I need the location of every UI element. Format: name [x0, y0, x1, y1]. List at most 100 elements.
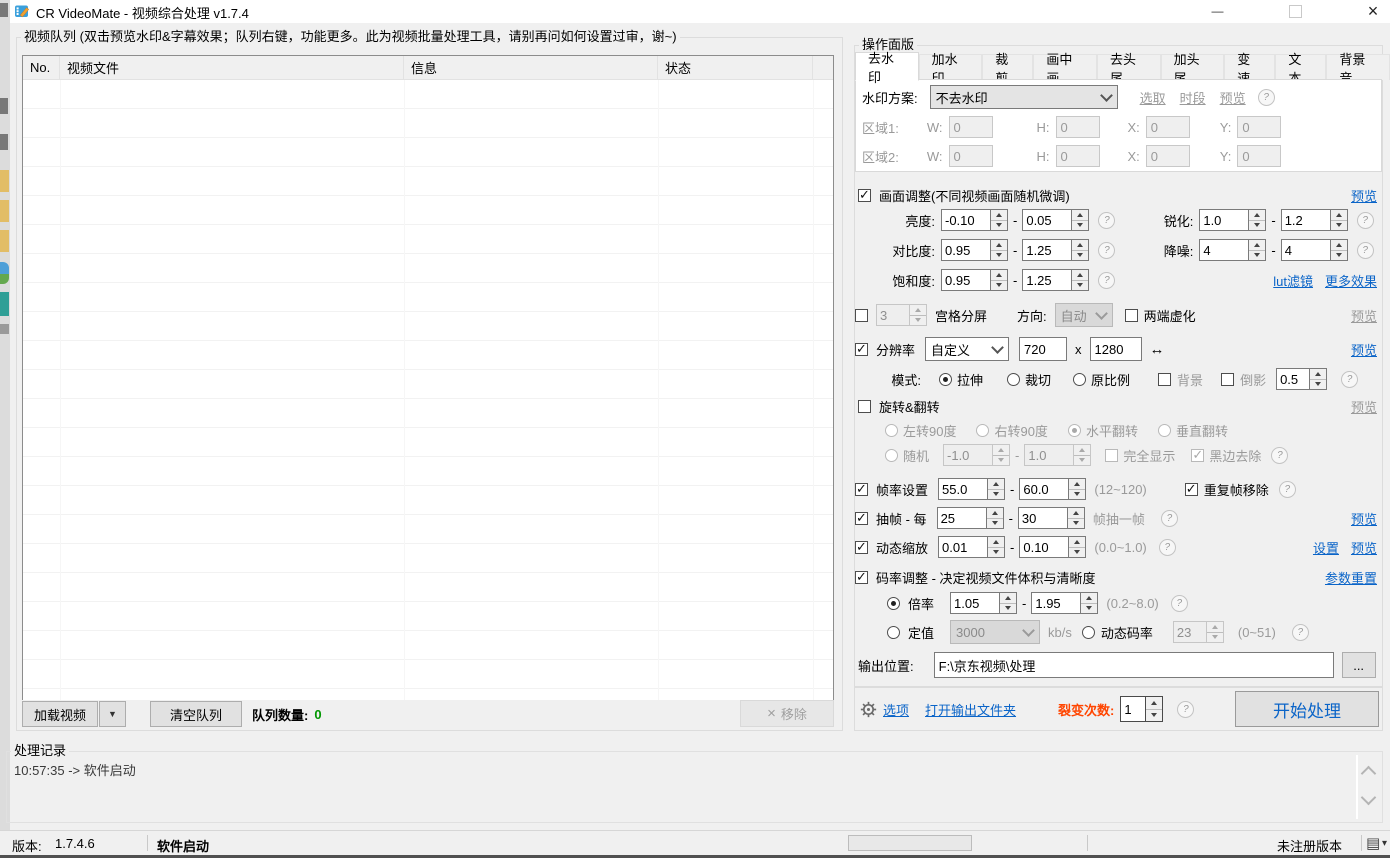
help-icon[interactable]: ? [1098, 242, 1115, 259]
help-icon[interactable]: ? [1341, 371, 1358, 388]
spin-up-icon[interactable] [987, 508, 1003, 518]
help-icon[interactable]: ? [1098, 272, 1115, 289]
help-icon[interactable]: ? [1171, 595, 1188, 612]
reflection-value-spinner[interactable]: 0.5 [1276, 368, 1327, 390]
browse-button[interactable]: ... [1342, 652, 1376, 678]
help-icon[interactable]: ? [1271, 447, 1288, 464]
spin-up-icon[interactable] [991, 210, 1007, 220]
adjust-preview-link[interactable]: 预览 [1351, 186, 1377, 205]
spin-value[interactable]: 0.05 [1022, 209, 1072, 231]
start-processing-button[interactable]: 开始处理 [1235, 691, 1379, 727]
tab-text[interactable]: 文本 [1275, 54, 1326, 80]
spin-value[interactable]: 0.5 [1276, 368, 1310, 390]
spin-value[interactable]: 25 [937, 507, 987, 529]
load-video-dropdown-button[interactable]: ▼ [99, 701, 126, 727]
spin-down-icon[interactable] [988, 547, 1004, 558]
fission-count-spinner[interactable]: 1 [1120, 696, 1163, 722]
report-icon[interactable]: ▤ [1366, 834, 1380, 852]
spin-down-icon[interactable] [1072, 250, 1088, 261]
spin-down-icon[interactable] [1069, 489, 1085, 500]
spin-value[interactable]: 0.95 [941, 239, 991, 261]
spin-down-icon[interactable] [1000, 603, 1016, 614]
spin-down-icon[interactable] [1331, 250, 1347, 261]
queue-table-body[interactable] [23, 80, 833, 700]
spin-value[interactable]: 1.95 [1031, 592, 1081, 614]
swap-dimensions-icon[interactable]: ↔ [1150, 341, 1165, 358]
dynamic-zoom-checkbox[interactable] [855, 541, 868, 554]
help-icon[interactable]: ? [1279, 481, 1296, 498]
brightness-min-spinner[interactable]: -0.10 [941, 209, 1008, 231]
contrast-min-spinner[interactable]: 0.95 [941, 239, 1008, 261]
framerate-checkbox[interactable] [855, 483, 868, 496]
spin-up-icon[interactable] [1331, 240, 1347, 250]
bitrate-fixed-radio[interactable] [887, 626, 900, 639]
framerate-min-spinner[interactable]: 55.0 [938, 478, 1005, 500]
spin-up-icon[interactable] [1068, 508, 1084, 518]
help-icon[interactable]: ? [1357, 212, 1374, 229]
spin-value[interactable]: 1.25 [1022, 239, 1072, 261]
bitrate-ratio-radio[interactable] [887, 597, 900, 610]
spin-up-icon[interactable] [991, 270, 1007, 280]
help-icon[interactable]: ? [1159, 539, 1176, 556]
frame-extract-checkbox[interactable] [855, 512, 868, 525]
extract-max-spinner[interactable]: 30 [1018, 507, 1085, 529]
sharpen-max-spinner[interactable]: 1.2 [1281, 209, 1348, 231]
dynamic-bitrate-radio[interactable] [1082, 626, 1095, 639]
spin-value[interactable]: 4 [1199, 239, 1249, 261]
column-header-info[interactable]: 信息 [404, 56, 658, 79]
spin-up-icon[interactable] [1069, 537, 1085, 547]
saturation-min-spinner[interactable]: 0.95 [941, 269, 1008, 291]
spin-up-icon[interactable] [1072, 240, 1088, 250]
sharpen-min-spinner[interactable]: 1.0 [1199, 209, 1266, 231]
spin-up-icon[interactable] [1310, 369, 1326, 379]
dedupe-frames-checkbox[interactable] [1185, 483, 1198, 496]
background-checkbox[interactable] [1158, 373, 1171, 386]
brightness-max-spinner[interactable]: 0.05 [1022, 209, 1089, 231]
spin-down-icon[interactable] [1310, 379, 1326, 390]
close-button[interactable]: × [1346, 0, 1390, 22]
spin-down-icon[interactable] [1249, 250, 1265, 261]
spin-down-icon[interactable] [1081, 603, 1097, 614]
spin-up-icon[interactable] [1072, 210, 1088, 220]
spin-up-icon[interactable] [1081, 593, 1097, 603]
column-header-file[interactable]: 视频文件 [60, 56, 404, 79]
zoom-settings-link[interactable]: 设置 [1313, 538, 1339, 557]
spin-down-icon[interactable] [991, 250, 1007, 261]
tab-trim-ends[interactable]: 去头尾 [1097, 54, 1161, 80]
help-icon[interactable]: ? [1292, 624, 1309, 641]
zoom-min-spinner[interactable]: 0.01 [938, 536, 1005, 558]
zoom-max-spinner[interactable]: 0.10 [1019, 536, 1086, 558]
spin-value[interactable]: 4 [1281, 239, 1331, 261]
edge-blur-checkbox[interactable] [1125, 309, 1138, 322]
more-effects-link[interactable]: 更多效果 [1325, 271, 1377, 290]
reset-params-link[interactable]: 参数重置 [1325, 568, 1377, 587]
minimize-button[interactable]: — [1190, 0, 1245, 22]
spin-down-icon[interactable] [1072, 280, 1088, 291]
help-icon[interactable]: ? [1161, 510, 1178, 527]
tab-add-watermark[interactable]: 加水印 [919, 54, 983, 80]
spin-down-icon[interactable] [1146, 709, 1162, 722]
clear-queue-button[interactable]: 清空队列 [150, 701, 242, 727]
spin-up-icon[interactable] [1069, 479, 1085, 489]
ratio-min-spinner[interactable]: 1.05 [950, 592, 1017, 614]
spin-up-icon[interactable] [1249, 240, 1265, 250]
spin-down-icon[interactable] [1331, 220, 1347, 231]
rotate-flip-checkbox[interactable] [858, 400, 871, 413]
spin-value[interactable]: 1.2 [1281, 209, 1331, 231]
maximize-button[interactable] [1268, 0, 1323, 22]
resolution-height-input[interactable]: 1280 [1090, 337, 1142, 361]
resolution-preview-link[interactable]: 预览 [1351, 340, 1377, 359]
spin-down-icon[interactable] [1069, 547, 1085, 558]
mode-original-radio[interactable] [1073, 373, 1086, 386]
spin-value[interactable]: 1.05 [950, 592, 1000, 614]
zoom-preview-link[interactable]: 预览 [1351, 538, 1377, 557]
spin-down-icon[interactable] [1072, 220, 1088, 231]
spin-down-icon[interactable] [1068, 518, 1084, 529]
watermark-scheme-combobox[interactable]: 不去水印 [930, 85, 1118, 109]
tab-pip[interactable]: 画中画 [1033, 54, 1097, 80]
spin-value[interactable]: 0.01 [938, 536, 988, 558]
spin-value[interactable]: -0.10 [941, 209, 991, 231]
spin-value[interactable]: 0.10 [1019, 536, 1069, 558]
saturation-max-spinner[interactable]: 1.25 [1022, 269, 1089, 291]
resolution-checkbox[interactable] [855, 343, 868, 356]
